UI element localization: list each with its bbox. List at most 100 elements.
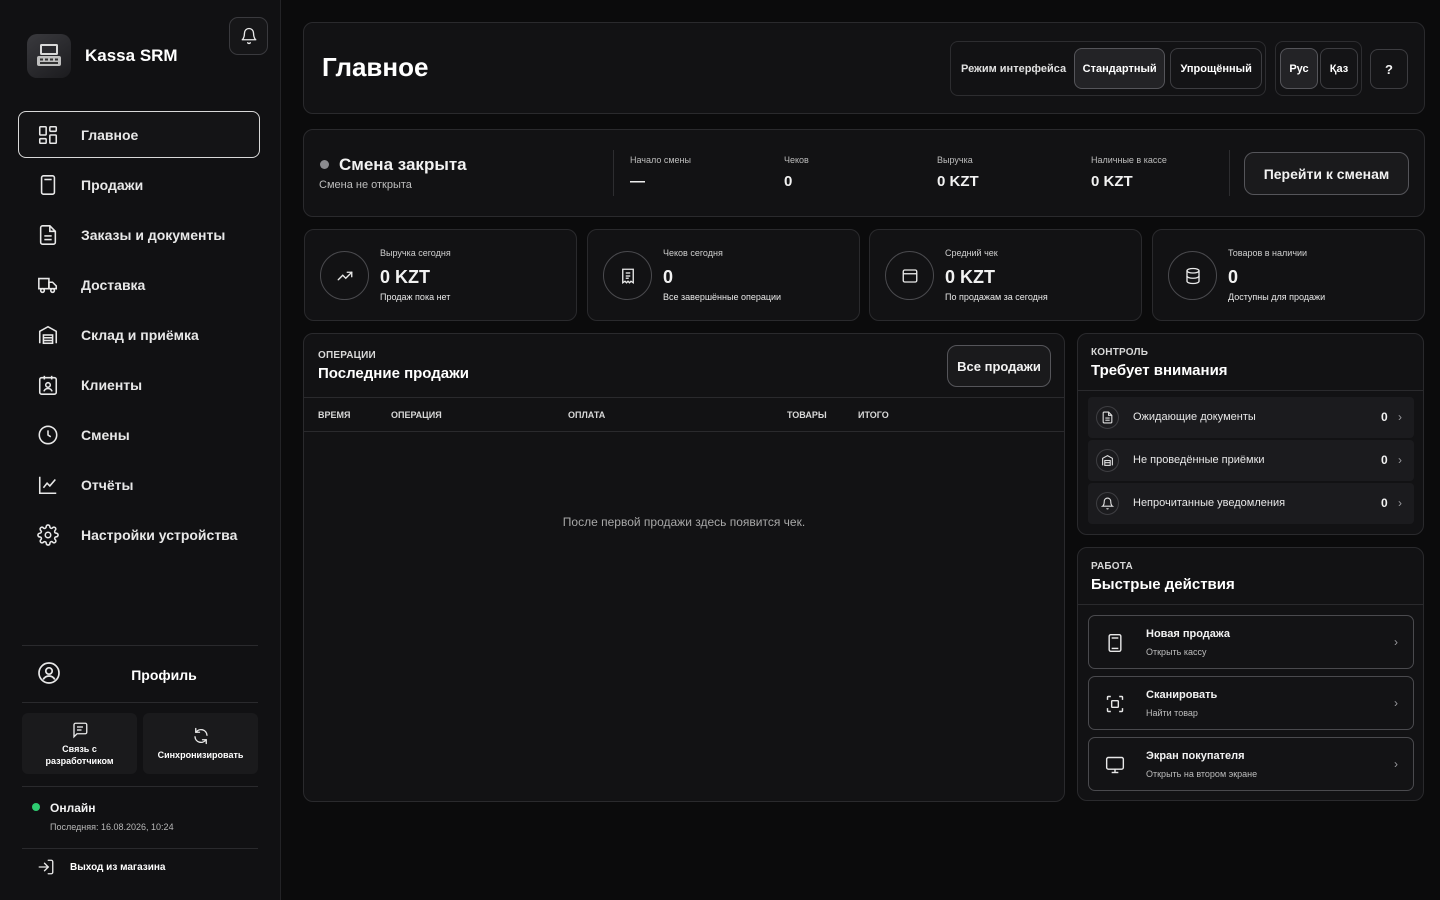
- sidebar-item-delivery[interactable]: Доставка: [18, 261, 260, 308]
- app-name: Kassa SRM: [85, 46, 178, 65]
- attention-label: Непрочитанные уведомления: [1133, 497, 1286, 509]
- chart-line-icon: [37, 474, 59, 496]
- action-subtitle: Открыть кассу: [1146, 647, 1207, 657]
- monitor-icon: [1105, 755, 1125, 775]
- sidebar-item-warehouse[interactable]: Склад и приёмка: [18, 311, 260, 358]
- stat-label: Начало смены: [630, 155, 691, 165]
- column-header[interactable]: ОПЛАТА: [568, 410, 605, 420]
- action-title: Экран покупателя: [1146, 750, 1245, 762]
- notifications-button[interactable]: [229, 17, 268, 55]
- column-header[interactable]: ТОВАРЫ: [787, 410, 827, 420]
- sidebar-item-sales[interactable]: Продажи: [18, 161, 260, 208]
- page-header: Главное Режим интерфейса Стандартный Упр…: [303, 22, 1425, 114]
- kpi-subtitle: Доступны для продажи: [1228, 292, 1326, 302]
- all-sales-button[interactable]: Все продажи: [947, 345, 1051, 387]
- truck-icon: [37, 274, 59, 296]
- stat-value: 0 KZT: [937, 173, 979, 190]
- mode-standard-button[interactable]: Стандартный: [1074, 48, 1166, 89]
- go-to-shifts-button[interactable]: Перейти к сменам: [1244, 152, 1409, 195]
- column-header[interactable]: ОПЕРАЦИЯ: [391, 410, 442, 420]
- sidebar-item-label: Доставка: [81, 276, 146, 293]
- receipt-icon: [603, 251, 652, 300]
- last-sync-time: Последняя: 16.08.2026, 10:24: [50, 822, 174, 832]
- customer-display-button[interactable]: Экран покупателя Открыть на втором экран…: [1088, 737, 1414, 791]
- profile-button[interactable]: Профиль: [22, 652, 258, 696]
- scan-icon: [1105, 694, 1125, 714]
- attention-panel: КОНТРОЛЬ Требует внимания Ожидающие доку…: [1077, 333, 1424, 535]
- attention-row-unposted-receipts[interactable]: Не проведённые приёмки 0 ›: [1088, 440, 1414, 481]
- new-sale-button[interactable]: Новая продажа Открыть кассу ›: [1088, 615, 1414, 669]
- sidebar-item-label: Смены: [81, 426, 130, 443]
- sidebar-item-reports[interactable]: Отчёты: [18, 461, 260, 508]
- kpi-subtitle: Продаж пока нет: [380, 292, 451, 302]
- kpi-card-average: Средний чек 0 KZT По продажам за сегодня: [869, 229, 1142, 321]
- bell-icon: [1096, 492, 1119, 515]
- recent-sales-panel: ОПЕРАЦИИ Последние продажи Все продажи В…: [303, 333, 1065, 802]
- wallet-icon: [885, 251, 934, 300]
- sidebar-item-clients[interactable]: Клиенты: [18, 361, 260, 408]
- stat-value: —: [630, 173, 645, 190]
- stat-label: Выручка: [937, 155, 973, 165]
- chevron-right-icon: ›: [1398, 496, 1402, 510]
- sidebar-item-device-settings[interactable]: Настройки устройства: [18, 511, 260, 558]
- database-icon: [1168, 251, 1217, 300]
- document-icon: [1096, 406, 1119, 429]
- sidebar-item-label: Заказы и документы: [81, 226, 226, 243]
- cash-register-logo-icon: [27, 34, 71, 78]
- sync-button[interactable]: Синхронизировать: [143, 713, 258, 774]
- help-button[interactable]: ?: [1370, 49, 1408, 89]
- action-subtitle: Найти товар: [1146, 708, 1198, 718]
- logout-button[interactable]: Выход из магазина: [37, 858, 165, 876]
- attention-count: 0: [1381, 496, 1388, 510]
- brand[interactable]: Kassa SRM: [27, 34, 178, 78]
- kpi-value: 0 KZT: [945, 267, 996, 287]
- kpi-card-stock: Товаров в наличии 0 Доступны для продажи: [1152, 229, 1425, 321]
- divider: [22, 848, 258, 849]
- mode-simple-button[interactable]: Упрощённый: [1170, 48, 1263, 89]
- sidebar-item-orders[interactable]: Заказы и документы: [18, 211, 260, 258]
- shift-title: Смена закрыта: [339, 155, 467, 174]
- chevron-right-icon: ›: [1398, 410, 1402, 424]
- shift-panel: Смена закрыта Смена не открыта Начало см…: [303, 129, 1425, 217]
- section-eyebrow: КОНТРОЛЬ: [1091, 347, 1149, 358]
- kpi-label: Чеков сегодня: [663, 248, 723, 258]
- calculator-icon: [1105, 633, 1125, 653]
- dashboard-icon: [37, 124, 59, 146]
- section-eyebrow: РАБОТА: [1091, 561, 1133, 572]
- message-icon: [71, 721, 89, 739]
- divider: [1078, 604, 1423, 605]
- section-eyebrow: ОПЕРАЦИИ: [318, 350, 376, 361]
- lang-kz-button[interactable]: Қаз: [1320, 48, 1358, 89]
- attention-row-unread-notifications[interactable]: Непрочитанные уведомления 0 ›: [1088, 483, 1414, 524]
- stat-value: 0: [784, 173, 793, 190]
- column-header[interactable]: ИТОГО: [858, 410, 889, 420]
- sales-table-header: ВРЕМЯ ОПЕРАЦИЯ ОПЛАТА ТОВАРЫ ИТОГО: [304, 397, 1064, 432]
- sidebar-item-label: Склад и приёмка: [81, 326, 199, 343]
- sync-label: Синхронизировать: [157, 749, 244, 760]
- contact-developer-button[interactable]: Связь с разработчиком: [22, 713, 137, 774]
- clock-icon: [37, 424, 59, 446]
- section-title: Последние продажи: [318, 365, 469, 382]
- sidebar-item-label: Продажи: [81, 176, 144, 193]
- scan-button[interactable]: Сканировать Найти товар ›: [1088, 676, 1414, 730]
- kpi-subtitle: Все завершённые операции: [663, 292, 782, 302]
- shift-checks-stat: Чеков 0: [784, 155, 809, 190]
- profile-label: Профиль: [131, 667, 197, 683]
- sidebar: Kassa SRM Главное Продажи Заказы и докум…: [0, 0, 281, 900]
- kpi-value: 0: [1228, 267, 1239, 287]
- column-header[interactable]: ВРЕМЯ: [318, 410, 350, 420]
- language-switch: Рус Қаз: [1275, 41, 1362, 96]
- sidebar-item-home[interactable]: Главное: [18, 111, 260, 158]
- attention-row-pending-docs[interactable]: Ожидающие документы 0 ›: [1088, 397, 1414, 438]
- divider: [613, 150, 614, 196]
- stat-value: 0 KZT: [1091, 173, 1133, 190]
- kpi-subtitle: По продажам за сегодня: [945, 292, 1048, 302]
- section-title: Требует внимания: [1091, 362, 1228, 379]
- bell-icon: [240, 27, 258, 45]
- trend-up-icon: [320, 251, 369, 300]
- calculator-icon: [37, 174, 59, 196]
- action-subtitle: Открыть на втором экране: [1146, 769, 1258, 779]
- lang-ru-button[interactable]: Рус: [1280, 48, 1318, 89]
- sidebar-item-shifts[interactable]: Смены: [18, 411, 260, 458]
- sidebar-item-label: Настройки устройства: [81, 526, 238, 543]
